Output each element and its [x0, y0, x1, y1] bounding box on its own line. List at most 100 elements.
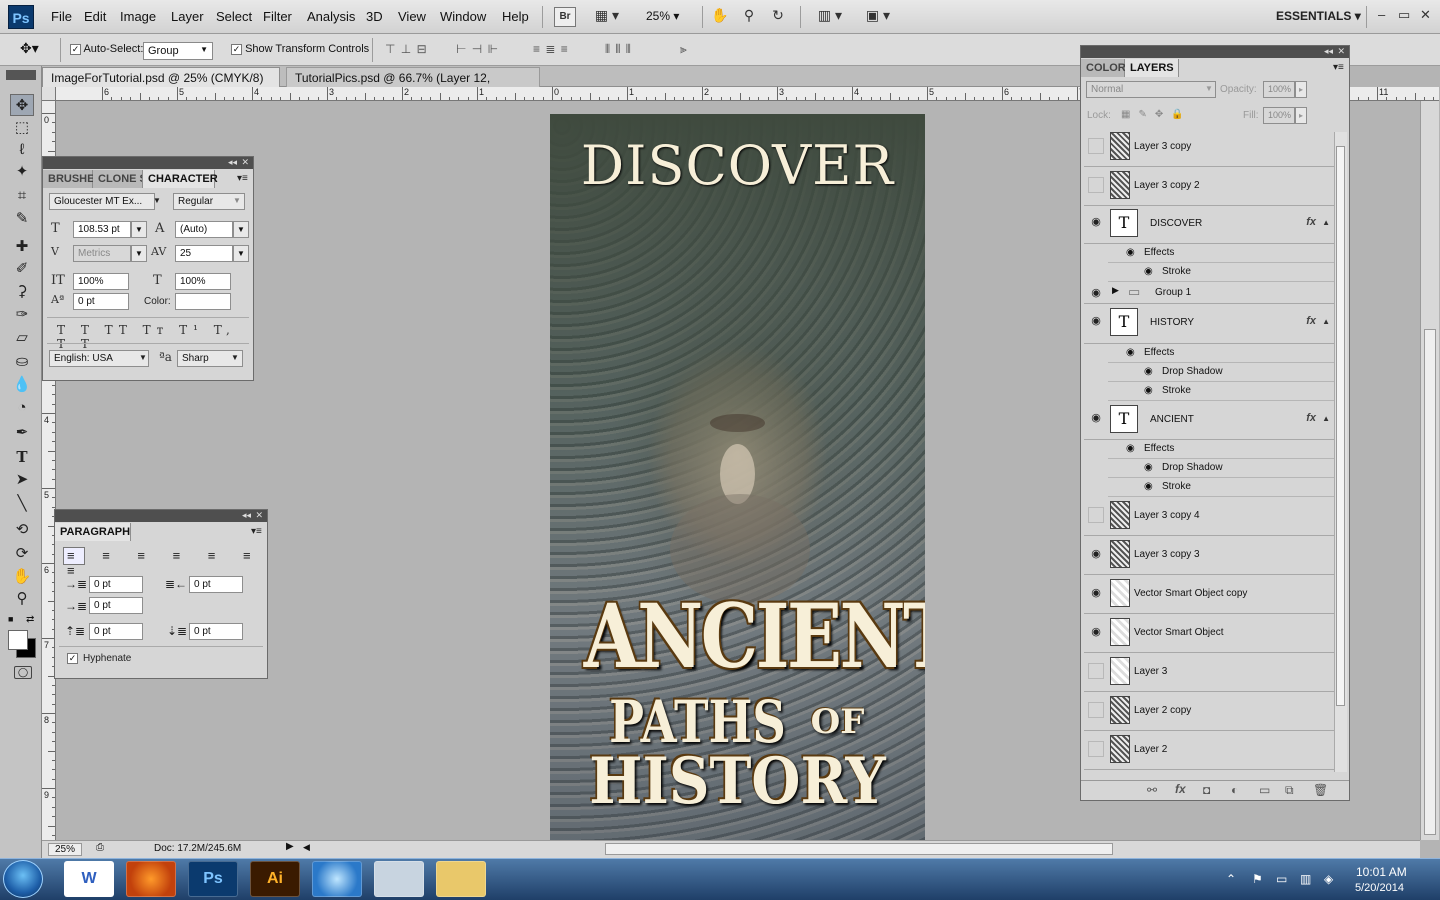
file-explorer-app-icon[interactable] — [436, 861, 486, 897]
text-style-buttons-icon[interactable]: T T TT Tт T¹ T, T Ŧ — [57, 323, 253, 351]
type-tool-icon[interactable]: T — [10, 446, 34, 468]
opacity-slider-button[interactable]: ▸ — [1295, 81, 1307, 98]
tab-layers[interactable]: LAYERS — [1125, 59, 1179, 77]
font-size-dropdown[interactable]: ▼ — [131, 221, 147, 238]
workspace-switcher[interactable]: ESSENTIALS ▾ — [1276, 9, 1361, 23]
tab-tutorial-pics[interactable]: TutorialPics.psd @ 66.7% (Layer 12, RGB/… — [286, 67, 540, 99]
panel-close-icon[interactable]: ✕ — [1337, 46, 1345, 57]
layers-scrollbar[interactable] — [1334, 132, 1347, 772]
layer-row[interactable]: ◉ Vector Smart Object — [1084, 614, 1334, 653]
volume-icon[interactable]: ◈ — [1324, 872, 1333, 886]
tray-expand-icon[interactable]: ⌃ — [1226, 872, 1236, 886]
menu-view[interactable]: View — [398, 9, 426, 24]
kerning-input[interactable]: Metrics — [73, 245, 131, 262]
menu-analysis[interactable]: Analysis — [307, 9, 355, 24]
layer-row[interactable]: ◉ T HISTORY fx ▲ — [1084, 304, 1334, 344]
new-group-icon[interactable]: ▭ — [1259, 783, 1270, 797]
paragraph-align-icons[interactable]: ≡ ≡ ≡ ≡ ≡ ≡ ≡ — [67, 548, 267, 578]
layer-row[interactable]: Layer 3 copy 4 — [1084, 497, 1334, 536]
link-layers-icon[interactable]: ⚯ — [1147, 783, 1157, 797]
horizontal-scroll-thumb[interactable] — [605, 843, 1113, 855]
panel-close-icon[interactable]: ✕ — [255, 510, 263, 521]
eye-icon[interactable]: ◉ — [1144, 366, 1153, 377]
show-transform-option[interactable]: ✓ Show Transform Controls — [231, 43, 369, 55]
panel-menu-icon[interactable]: ▾≡ — [237, 173, 248, 184]
action-center-icon[interactable]: ⚑ — [1252, 872, 1263, 886]
font-size-input[interactable]: 108.53 pt — [73, 221, 131, 238]
line-tool-icon[interactable]: ╲ — [10, 493, 34, 515]
align-edges-icons[interactable]: ⊤ ⊥ ⊟ — [385, 42, 428, 56]
display-icon[interactable]: ▭ — [1276, 872, 1287, 886]
menu-layer[interactable]: Layer — [171, 9, 204, 24]
layers-scroll-thumb[interactable] — [1336, 146, 1345, 706]
eye-icon[interactable]: ◉ — [1126, 347, 1135, 358]
blend-mode-select[interactable]: Normal — [1086, 81, 1216, 98]
lasso-tool-icon[interactable]: ℓ — [10, 139, 34, 161]
layer-row[interactable]: Layer 3 copy — [1084, 128, 1334, 167]
eye-icon[interactable]: ◉ — [1088, 410, 1104, 426]
tab-image-for-tutorial[interactable]: ImageForTutorial.psd @ 25% (CMYK/8) * × — [42, 67, 280, 99]
swap-colors-icon[interactable]: ⇄ — [26, 614, 34, 625]
eye-icon[interactable]: ◉ — [1088, 585, 1104, 601]
screen-mode-icon[interactable]: ▣ ▾ — [860, 7, 896, 27]
menu-3d[interactable]: 3D — [366, 9, 383, 24]
zoom-tool-icon[interactable]: ⚲ — [10, 588, 34, 610]
eye-icon[interactable]: ◉ — [1088, 214, 1104, 230]
layer-row[interactable]: ◉ T ANCIENT fx ▲ — [1084, 401, 1334, 440]
panel-close-icon[interactable]: ✕ — [241, 157, 249, 168]
effect-row[interactable]: ◉ Drop Shadow — [1108, 459, 1334, 478]
lock-options-icons[interactable]: ▦✎✥🔒 — [1121, 109, 1192, 120]
visibility-toggle[interactable] — [1088, 507, 1104, 523]
panel-menu-icon[interactable]: ▾≡ — [251, 526, 262, 537]
clock-time[interactable]: 10:01 AM — [1356, 865, 1407, 879]
visibility-toggle[interactable] — [1088, 138, 1104, 154]
fill-input[interactable]: 100% — [1263, 107, 1295, 124]
menu-select[interactable]: Select — [216, 9, 252, 24]
menu-help[interactable]: Help — [502, 9, 529, 24]
leading-dropdown[interactable]: ▼ — [233, 221, 249, 238]
view-extras-icon[interactable]: ▦ ▾ — [590, 7, 624, 27]
layer-row[interactable]: ◉ ▶ ▭ Group 1 — [1084, 282, 1334, 304]
pen-tool-icon[interactable]: ✒ — [10, 422, 34, 444]
hyphenate-checkbox[interactable]: ✓ — [67, 653, 78, 664]
panel-header[interactable]: ◂◂ ✕ — [43, 157, 253, 169]
marquee-tool-icon[interactable]: ⬚ — [10, 117, 34, 139]
quick-mask-icon[interactable]: ◯ — [14, 666, 32, 679]
magic-wand-tool-icon[interactable]: ✦ — [10, 161, 34, 183]
distribute-horizontal-icons[interactable]: ⫴ ⫴ ⫴ — [605, 42, 632, 57]
visibility-toggle[interactable] — [1088, 177, 1104, 193]
indent-right-input[interactable]: 0 pt — [189, 576, 243, 593]
tracking-input[interactable]: 25 — [175, 245, 233, 262]
restore-icon[interactable]: ▭ — [1398, 7, 1410, 23]
collapse-icon[interactable]: ◂◂ — [1324, 46, 1333, 57]
tab-clone-source[interactable]: CLONE SO — [93, 170, 143, 188]
expand-group-icon[interactable]: ▶ — [1112, 285, 1119, 296]
tracking-dropdown[interactable]: ▼ — [233, 245, 249, 262]
paint-bucket-tool-icon[interactable]: ⛀ — [10, 351, 34, 373]
status-zoom[interactable]: 25% — [48, 843, 83, 856]
panel-header[interactable]: ◂◂ ✕ — [1081, 46, 1349, 58]
brush-tool-icon[interactable]: ✐ — [10, 258, 34, 280]
language-select[interactable]: English: USA — [49, 350, 149, 367]
3d-orbit-tool-icon[interactable]: ⟳ — [10, 543, 34, 565]
status-export-icon[interactable]: ⎙ — [96, 842, 104, 853]
tab-color[interactable]: COLOR — [1081, 59, 1126, 77]
fx-icon[interactable]: fx — [1306, 315, 1316, 327]
baseline-shift-input[interactable]: 0 pt — [73, 293, 129, 310]
kerning-dropdown[interactable]: ▼ — [131, 245, 147, 262]
document-canvas[interactable]: DISCOVER ANCIENT PATHS OF HISTORY — [550, 114, 925, 840]
toolbox-header[interactable] — [6, 70, 36, 80]
effect-row[interactable]: ◉ Drop Shadow — [1108, 363, 1334, 382]
start-button[interactable] — [3, 860, 43, 898]
vertical-scale-input[interactable]: 100% — [73, 273, 129, 290]
hand-tool-icon[interactable]: ✋ — [10, 566, 34, 588]
visibility-toggle[interactable] — [1088, 741, 1104, 757]
eye-icon[interactable]: ◉ — [1088, 624, 1104, 640]
move-tool-preset-icon[interactable]: ✥▾ — [20, 40, 39, 57]
layer-row[interactable]: ◉ Vector Smart Object copy — [1084, 575, 1334, 614]
horizontal-scale-input[interactable]: 100% — [175, 273, 231, 290]
history-brush-tool-icon[interactable]: ✑ — [10, 304, 34, 326]
zoom-level-dropdown[interactable]: 25% ▾ — [646, 9, 679, 23]
opacity-input[interactable]: 100% — [1263, 81, 1295, 98]
ruler-origin[interactable] — [42, 87, 56, 101]
